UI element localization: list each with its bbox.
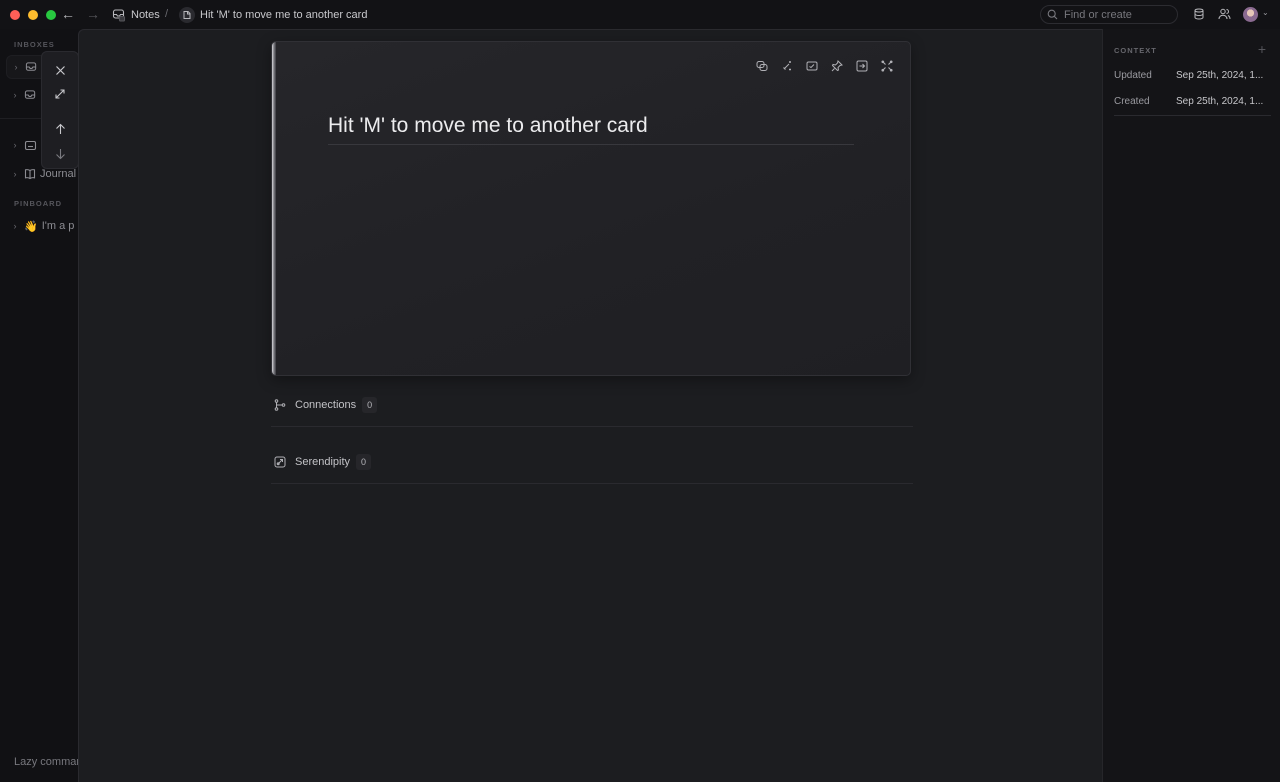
inbox-icon xyxy=(112,8,126,22)
breadcrumb-label: Notes xyxy=(131,8,160,21)
breadcrumb-current-note[interactable]: Hit 'M' to move me to another card xyxy=(179,0,367,29)
serendipity-label: Serendipity xyxy=(295,455,351,468)
context-row-updated: Updated Sep 25th, 2024, 1... xyxy=(1114,70,1271,81)
add-context-button[interactable]: + xyxy=(1258,41,1266,57)
search-icon xyxy=(1047,9,1058,20)
minimize-window-button[interactable] xyxy=(28,9,38,20)
focus-icon[interactable] xyxy=(880,59,894,73)
context-label: Created xyxy=(1114,96,1150,107)
sidebar-heading-inboxes: INBOXES xyxy=(14,40,55,49)
close-window-button[interactable] xyxy=(10,9,20,20)
card-detail-panel: Hit 'M' to move me to another card Conne… xyxy=(78,29,1102,782)
window-controls xyxy=(10,9,56,20)
sidebar-item-label: I'm a p xyxy=(41,220,75,232)
image-icon[interactable] xyxy=(805,59,819,73)
avatar[interactable] xyxy=(1243,7,1258,22)
card-toolbar xyxy=(755,59,894,73)
inbox-icon xyxy=(24,89,37,102)
move-to-icon[interactable] xyxy=(855,59,869,73)
chevron-right-icon[interactable]: › xyxy=(6,90,24,100)
link-icon[interactable] xyxy=(755,59,769,73)
expand-icon[interactable] xyxy=(52,86,68,102)
sidebar-heading-pinboard: PINBOARD xyxy=(14,199,63,208)
context-value: Sep 25th, 2024, 1... xyxy=(1176,96,1264,107)
chevron-right-icon[interactable]: › xyxy=(6,169,24,179)
sidebar-item-label: Journal xyxy=(40,168,77,180)
forward-arrow-icon[interactable]: → xyxy=(86,6,100,22)
note-icon xyxy=(179,6,195,23)
connections-count-badge: 0 xyxy=(362,396,378,413)
inbox-icon xyxy=(25,61,38,74)
breadcrumb-label: Hit 'M' to move me to another card xyxy=(200,8,368,21)
card-navigation-palette xyxy=(41,51,79,169)
users-icon[interactable] xyxy=(1217,7,1231,21)
card-edge-highlight xyxy=(272,42,276,375)
context-row-created: Created Sep 25th, 2024, 1... xyxy=(1114,96,1271,107)
chevron-right-icon[interactable]: › xyxy=(7,62,25,72)
serendipity-section[interactable]: Serendipity 0 xyxy=(271,440,913,484)
card-title-input[interactable]: Hit 'M' to move me to another card xyxy=(328,114,854,145)
title-bar: ← → Notes / Hit 'M' to move me to anothe… xyxy=(0,0,1280,29)
sparkle-icon[interactable] xyxy=(780,59,794,73)
context-heading: CONTEXT xyxy=(1114,46,1157,55)
arrow-up-icon[interactable] xyxy=(52,121,68,137)
context-label: Updated xyxy=(1114,70,1152,81)
context-value: Sep 25th, 2024, 1... xyxy=(1176,70,1264,81)
maximize-window-button[interactable] xyxy=(46,9,56,20)
book-icon xyxy=(24,168,36,180)
arrow-down-icon[interactable] xyxy=(52,146,68,162)
serendipity-count-badge: 0 xyxy=(356,453,372,470)
pin-icon[interactable] xyxy=(830,59,844,73)
sidebar-item-pinned[interactable]: › 👋 I'm a p xyxy=(6,214,86,238)
chevron-down-icon[interactable]: ⌄ xyxy=(1262,8,1269,17)
context-panel: CONTEXT + Updated Sep 25th, 2024, 1... C… xyxy=(1102,29,1280,782)
breadcrumb-separator: / xyxy=(165,8,169,20)
database-icon[interactable] xyxy=(1192,7,1206,21)
connections-label: Connections xyxy=(295,398,357,411)
breadcrumb-notes[interactable]: Notes xyxy=(112,0,160,29)
search-box[interactable] xyxy=(1040,5,1178,24)
back-arrow-icon[interactable]: ← xyxy=(61,6,75,22)
connections-icon xyxy=(273,398,287,412)
note-card[interactable]: Hit 'M' to move me to another card xyxy=(271,41,911,376)
search-input[interactable] xyxy=(1064,8,1164,21)
chevron-right-icon[interactable]: › xyxy=(6,221,24,231)
card-icon xyxy=(24,139,37,152)
serendipity-icon xyxy=(273,455,287,469)
chevron-right-icon[interactable]: › xyxy=(6,140,24,150)
close-icon[interactable] xyxy=(52,62,68,78)
connections-section[interactable]: Connections 0 xyxy=(271,383,913,427)
context-divider xyxy=(1114,115,1271,116)
waving-hand-icon: 👋 xyxy=(24,220,38,233)
